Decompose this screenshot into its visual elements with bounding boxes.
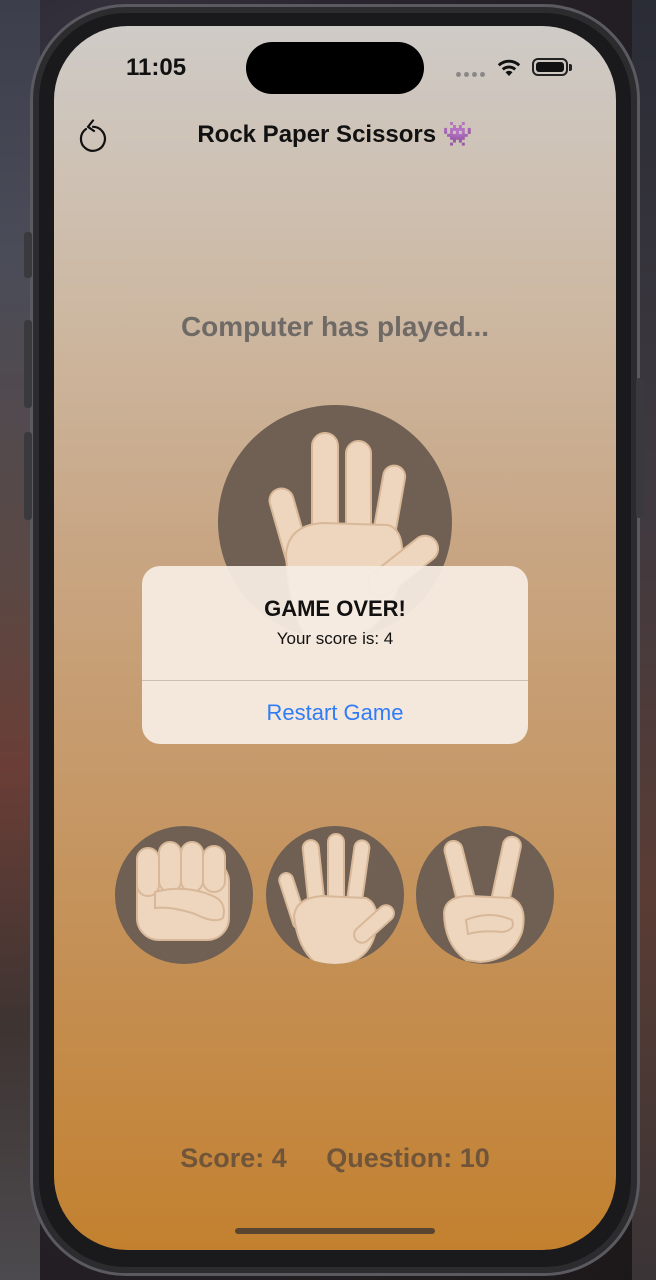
- alert-title: GAME OVER!: [264, 596, 406, 621]
- rock-choice-button[interactable]: [115, 826, 253, 964]
- paper-choice-button[interactable]: [266, 826, 404, 964]
- question-label: Question: 10: [326, 1143, 490, 1173]
- navigation-bar: Rock Paper Scissors 👾: [54, 112, 616, 160]
- volume-down-button: [24, 432, 32, 520]
- scissors-choice-button[interactable]: [416, 826, 554, 964]
- open-hand-icon: [278, 833, 395, 964]
- alert-message: Your score is: 4: [276, 629, 394, 648]
- status-time: 11:05: [126, 54, 187, 81]
- game-over-alert: GAME OVER! Your score is: 4 Restart Game: [142, 566, 528, 744]
- status-bar: 11:05: [54, 26, 616, 106]
- home-indicator[interactable]: [235, 1228, 435, 1234]
- computer-prompt: Computer has played...: [180, 311, 490, 342]
- score-footer: Score: 4 Question: 10: [54, 1143, 616, 1174]
- victory-hand-icon: [442, 835, 525, 964]
- dynamic-island: [246, 42, 424, 94]
- battery-icon: [532, 58, 568, 76]
- action-button: [24, 232, 32, 278]
- cellular-signal-icon: [456, 72, 485, 77]
- fist-icon: [136, 841, 230, 941]
- battery-cap: [569, 64, 572, 71]
- nav-title: Rock Paper Scissors 👾: [197, 121, 473, 148]
- restart-game-button[interactable]: Restart Game: [142, 681, 528, 744]
- volume-up-button: [24, 320, 32, 408]
- score-label: Score: 4: [180, 1143, 287, 1173]
- wifi-icon: [497, 59, 521, 76]
- power-button: [636, 378, 644, 518]
- app-screen: 11:05 Rock Paper Scissors 👾 Computer has…: [54, 26, 616, 1250]
